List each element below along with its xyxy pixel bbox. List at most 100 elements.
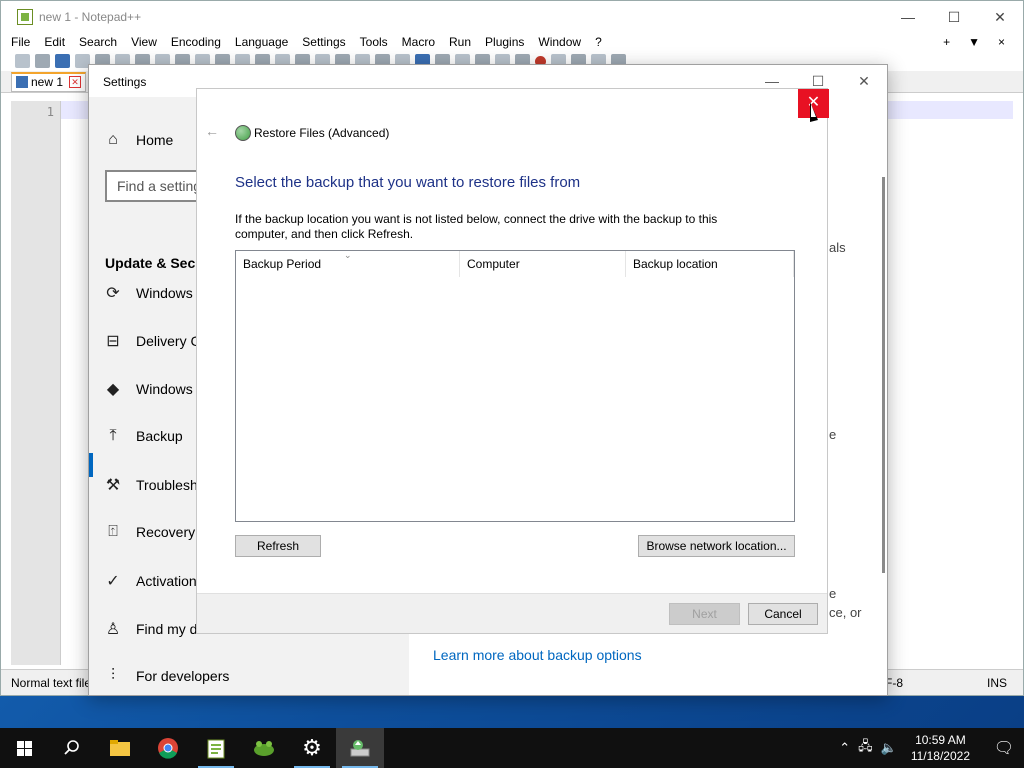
dialog-description: If the backup location you want is not l… [235, 212, 718, 241]
frog-app-icon [254, 741, 274, 756]
close-icon[interactable]: ✕ [841, 65, 887, 97]
browse-network-button[interactable]: Browse network location... [638, 535, 795, 557]
settings-taskbar-button[interactable]: ⚙ [288, 728, 336, 768]
system-tray: ⌃ 🖧 🔈 10:59 AM 11/18/2022 🗨 [839, 728, 1024, 768]
column-computer[interactable]: Computer [460, 251, 626, 277]
notepadpp-taskbar-button[interactable] [192, 728, 240, 768]
status-file-type: Normal text file [11, 675, 92, 690]
backup-list-header: ⌄ Backup Period Computer Backup location [236, 250, 794, 277]
column-label: Backup Period [243, 257, 322, 271]
column-label: Computer [467, 257, 520, 271]
open-file-icon[interactable] [35, 54, 50, 68]
menu-right-controls: + ▼ × [943, 35, 1023, 49]
nav-find-my-device[interactable]: ♙ Find my d [105, 619, 198, 639]
volume-icon[interactable]: 🔈 [881, 740, 897, 756]
column-backup-period[interactable]: ⌄ Backup Period [236, 250, 460, 277]
nav-label: Recovery [136, 524, 196, 540]
menu-run[interactable]: Run [449, 35, 471, 49]
tab-close-icon[interactable]: ✕ [69, 76, 82, 88]
menu-macro[interactable]: Macro [402, 35, 435, 49]
notepad-menubar: File Edit Search View Encoding Language … [1, 33, 1023, 51]
nav-home-label: Home [136, 132, 174, 148]
learn-more-link[interactable]: Learn more about backup options [433, 647, 642, 663]
nav-troubleshoot[interactable]: ⚒ Troublesh [105, 475, 198, 495]
menu-window[interactable]: Window [538, 35, 581, 49]
clock[interactable]: 10:59 AM 11/18/2022 [911, 732, 970, 764]
nav-for-developers[interactable]: ⫶ For developers [105, 667, 229, 685]
nav-label: Windows [136, 285, 193, 301]
notepad-title: new 1 - Notepad++ [39, 10, 142, 24]
menu-settings[interactable]: Settings [302, 35, 345, 49]
nav-label: For developers [136, 668, 230, 684]
search-icon [64, 740, 79, 755]
menu-search[interactable]: Search [79, 35, 117, 49]
menu-language[interactable]: Language [235, 35, 288, 49]
tab-list-icon[interactable]: ▼ [968, 35, 980, 49]
home-icon: ⌂ [108, 131, 118, 148]
file-explorer-button[interactable] [96, 728, 144, 768]
backup-list[interactable]: ⌄ Backup Period Computer Backup location [235, 250, 795, 522]
nav-backup[interactable]: ⤒ Backup [105, 427, 183, 445]
chrome-button[interactable] [144, 728, 192, 768]
dialog-heading: Select the backup that you want to resto… [235, 174, 581, 191]
search-button[interactable] [48, 728, 96, 768]
settings-scrollbar[interactable] [882, 177, 885, 573]
start-button[interactable] [0, 728, 48, 768]
person-pin-icon: ♙ [105, 621, 121, 638]
section-heading: Update & Secu [105, 255, 204, 271]
nav-recovery[interactable]: ⍐ Recovery [105, 523, 195, 541]
nav-label: Delivery C [136, 333, 201, 349]
nav-delivery-optimization[interactable]: ⊟ Delivery C [105, 331, 201, 351]
notification-icon[interactable]: 🗨 [984, 738, 1024, 758]
content-fragment: e [829, 586, 837, 601]
chrome-icon [158, 738, 178, 759]
line-gutter: 1 [11, 101, 61, 665]
mouse-cursor [810, 102, 818, 122]
tab-new-1[interactable]: new 1 ✕ [11, 71, 87, 92]
new-tab-icon[interactable]: + [943, 35, 950, 49]
close-icon[interactable]: ✕ [977, 9, 1023, 26]
notepadpp-icon [207, 739, 225, 759]
folder-icon [110, 740, 130, 756]
status-insert-mode: INS [986, 675, 1007, 690]
back-arrow-icon[interactable]: ← [205, 123, 219, 139]
menu-edit[interactable]: Edit [44, 35, 65, 49]
new-file-icon[interactable] [15, 54, 30, 68]
minimize-icon[interactable]: — [885, 9, 931, 26]
menu-help[interactable]: ? [595, 35, 602, 49]
check-circle-icon: ✓ [106, 573, 120, 590]
menu-plugins[interactable]: Plugins [485, 35, 524, 49]
content-fragment: e [829, 427, 837, 442]
nav-activation[interactable]: ✓ Activation [105, 571, 196, 591]
backup-restore-icon [350, 740, 370, 757]
maximize-icon[interactable]: ☐ [931, 9, 977, 26]
developer-icon: ⫶ [110, 667, 115, 684]
menu-tools[interactable]: Tools [360, 35, 388, 49]
close-doc-icon[interactable]: × [998, 35, 1005, 49]
menu-encoding[interactable]: Encoding [171, 35, 221, 49]
clock-time: 10:59 AM [915, 733, 966, 747]
app-button[interactable] [240, 728, 288, 768]
network-icon[interactable]: 🖧 [858, 737, 873, 759]
chevron-up-icon[interactable]: ⌃ [839, 740, 850, 756]
menu-view[interactable]: View [131, 35, 157, 49]
notepad-titlebar: new 1 - Notepad++ — ☐ ✕ [1, 1, 1023, 33]
column-backup-location[interactable]: Backup location [626, 251, 794, 277]
nav-windows-security[interactable]: ◆ Windows [105, 379, 193, 399]
cancel-button[interactable]: Cancel [748, 603, 818, 625]
menu-file[interactable]: File [11, 35, 30, 49]
column-label: Backup location [633, 257, 718, 271]
windows-logo-icon [16, 740, 32, 756]
next-button[interactable]: Next [669, 603, 740, 625]
dialog-title: Restore Files (Advanced) [254, 126, 390, 140]
settings-title: Settings [103, 75, 147, 89]
dialog-footer: Next Cancel [197, 593, 827, 633]
backup-restore-taskbar-button[interactable] [336, 728, 384, 768]
nav-label: Backup [136, 428, 183, 444]
refresh-button[interactable]: Refresh [235, 535, 321, 557]
content-fragment: als [829, 240, 846, 255]
sort-chevron-icon: ⌄ [344, 250, 352, 260]
save-icon[interactable] [55, 54, 70, 68]
nav-home[interactable]: ⌂ Home [105, 131, 173, 149]
nav-windows-update[interactable]: ⟳ Windows [105, 283, 193, 303]
